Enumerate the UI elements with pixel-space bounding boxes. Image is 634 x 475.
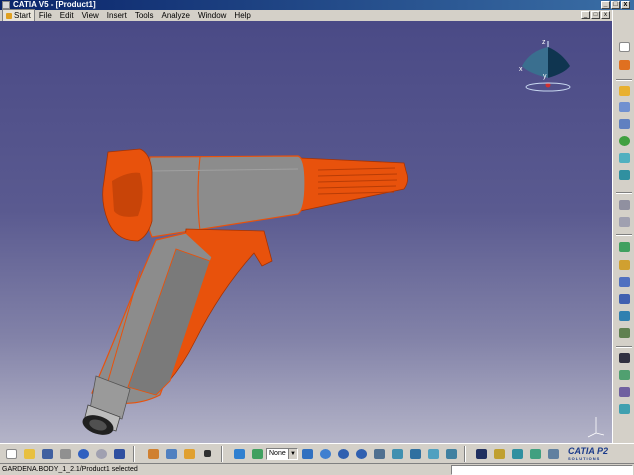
- compass-z-label: z: [542, 39, 546, 46]
- catia-logo: CATIA P2 SOLUTIONS: [568, 446, 630, 462]
- catalog-browser-icon[interactable]: [617, 368, 631, 381]
- material-icon[interactable]: [528, 447, 542, 460]
- new-icon[interactable]: [4, 447, 18, 460]
- swap-icon[interactable]: [444, 447, 458, 460]
- save-icon[interactable]: [40, 447, 54, 460]
- right-toolbar: [612, 10, 634, 444]
- barrel: [145, 155, 306, 238]
- menu-insert[interactable]: Insert: [103, 10, 131, 21]
- normal-view-icon[interactable]: [372, 447, 386, 460]
- bottom-toolbar: None ▼ CATIA P2 SOLUTIONS: [0, 443, 634, 463]
- menu-view[interactable]: View: [78, 10, 103, 21]
- annotation-icon[interactable]: [617, 292, 631, 305]
- 3d-viewport[interactable]: z x y: [0, 21, 612, 443]
- sketcher-icon[interactable]: [617, 58, 631, 71]
- close-button[interactable]: x: [621, 1, 630, 9]
- manipulate-icon[interactable]: [617, 168, 631, 181]
- axis-icon[interactable]: [250, 447, 264, 460]
- status-bar: GARDENA.BODY_1_2.1/Product1 selected: [0, 463, 634, 475]
- arrow-icon[interactable]: [200, 447, 214, 460]
- lights-icon[interactable]: [492, 447, 506, 460]
- bom-icon[interactable]: [617, 275, 631, 288]
- doc-minimize-button[interactable]: _: [581, 11, 590, 19]
- chevron-down-icon: ▼: [288, 449, 297, 459]
- status-text: GARDENA.BODY_1_2.1/Product1 selected: [2, 466, 138, 473]
- product-select-icon[interactable]: [146, 447, 160, 460]
- catalog-nav-icon[interactable]: [474, 447, 488, 460]
- assembly-icon[interactable]: [617, 151, 631, 164]
- menu-bar: Start File Edit View Insert Tools Analyz…: [0, 9, 612, 22]
- plane-icon[interactable]: [617, 84, 631, 97]
- iso-view-icon[interactable]: [390, 447, 404, 460]
- zoom-in-icon[interactable]: [336, 447, 350, 460]
- redo-icon[interactable]: [94, 447, 108, 460]
- axis-triad-icon: [587, 417, 605, 438]
- help-icon[interactable]: [112, 447, 126, 460]
- scene-icon[interactable]: [617, 309, 631, 322]
- compass-x-label: x: [519, 66, 523, 73]
- undo-icon[interactable]: [76, 447, 90, 460]
- fly-mode-icon[interactable]: [182, 447, 196, 460]
- product-icon[interactable]: [164, 447, 178, 460]
- catalog-icon[interactable]: [617, 326, 631, 339]
- menu-help[interactable]: Help: [230, 10, 254, 21]
- clash-icon[interactable]: [617, 215, 631, 228]
- minimize-button[interactable]: _: [601, 1, 610, 9]
- pan-icon[interactable]: [300, 447, 314, 460]
- brand-name: CATIA P2: [568, 446, 609, 456]
- print-icon[interactable]: [58, 447, 72, 460]
- menu-analyze[interactable]: Analyze: [158, 10, 194, 21]
- doc-maximize-button[interactable]: □: [591, 11, 600, 19]
- rotate-icon[interactable]: [318, 447, 332, 460]
- render-icon[interactable]: [617, 385, 631, 398]
- spray-gun-model[interactable]: z x y: [0, 21, 612, 443]
- doc-close-button[interactable]: x: [601, 11, 610, 19]
- binoculars-icon[interactable]: [617, 351, 631, 364]
- menu-file[interactable]: File: [35, 10, 56, 21]
- fit-all-icon[interactable]: [232, 447, 246, 460]
- zoom-out-icon[interactable]: [354, 447, 368, 460]
- menu-edit[interactable]: Edit: [56, 10, 78, 21]
- shading-icon[interactable]: [408, 447, 422, 460]
- brand-sub: SOLUTIONS: [568, 456, 601, 461]
- menu-window[interactable]: Window: [194, 10, 230, 21]
- start-icon: [6, 12, 12, 19]
- maximize-button[interactable]: □: [611, 1, 620, 9]
- window-title: CATIA V5 - [Product1]: [13, 0, 96, 9]
- render-mode-select[interactable]: None ▼: [266, 448, 298, 460]
- settings-icon[interactable]: [546, 447, 560, 460]
- section-icon[interactable]: [617, 240, 631, 253]
- explode-icon[interactable]: [617, 198, 631, 211]
- constraint-icon[interactable]: [617, 134, 631, 147]
- measure-icon[interactable]: [617, 258, 631, 271]
- compass-y-label: y: [543, 73, 547, 80]
- title-bar: CATIA V5 - [Product1] _ □ x: [0, 0, 634, 10]
- command-input[interactable]: [451, 464, 633, 475]
- compass-icon: [522, 41, 571, 92]
- render-mode-value: None: [269, 450, 286, 457]
- select-icon[interactable]: [617, 40, 631, 53]
- compass-icon[interactable]: [617, 117, 631, 130]
- open-icon[interactable]: [22, 447, 36, 460]
- hide-show-icon[interactable]: [426, 447, 440, 460]
- catia-app-icon: [2, 1, 10, 9]
- snap-icon[interactable]: [617, 100, 631, 113]
- menu-tools[interactable]: Tools: [131, 10, 158, 21]
- menu-start-label: Start: [14, 11, 31, 20]
- environment-icon[interactable]: [510, 447, 524, 460]
- light-icon[interactable]: [617, 402, 631, 415]
- nozzle: [299, 157, 408, 212]
